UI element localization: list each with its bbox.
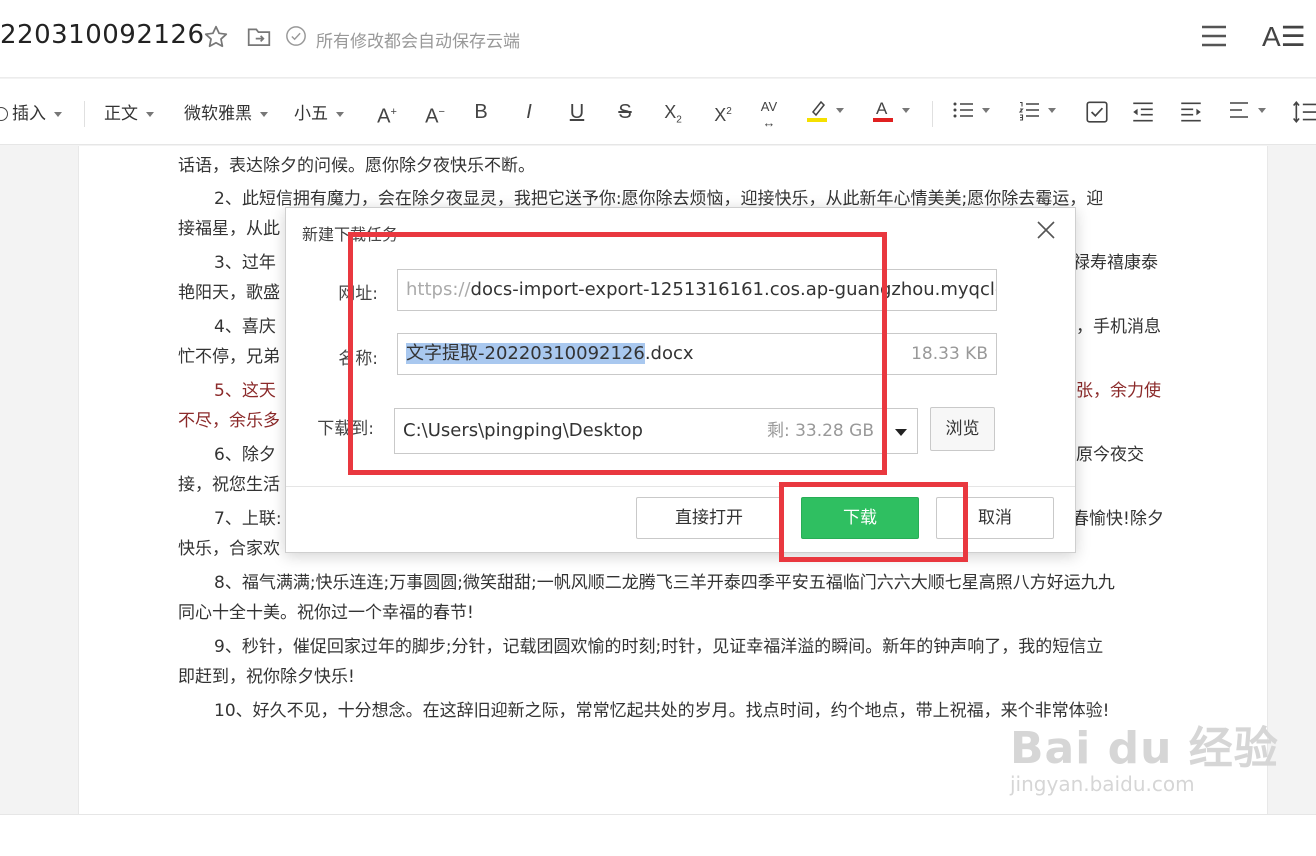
line-spacing-icon[interactable] [1292,99,1316,125]
numbered-list-button[interactable] [1018,99,1056,121]
underline-icon[interactable]: U [564,99,590,125]
chevron-down-icon [982,107,990,113]
chevron-down-icon [895,429,907,436]
move-to-folder-icon[interactable] [246,24,272,50]
paragraph-line: 4、喜庆 [214,317,276,337]
autosave-status: 所有修改都会自动保存云端 [316,32,520,52]
paragraph-line: 艳阳天，歌盛 [178,283,280,303]
paragraph-line: 9、秒针，催促回家过年的脚步;分针，记载团圆欢愉的时刻;时针，见证幸福洋溢的瞬间… [214,637,1104,657]
paragraph-line: 5、这天 [214,381,276,401]
strikethrough-icon[interactable]: S [612,99,638,125]
watermark-url: jingyan.baidu.com [1010,772,1195,796]
bullet-list-button[interactable] [952,99,990,121]
status-bar [0,814,1316,856]
insert-label: 插入 [12,104,46,124]
chevron-down-icon [1258,107,1266,113]
document-title[interactable]: 220310092126 [0,20,205,50]
chevron-down-icon [146,111,154,117]
paragraph-line: 7、上联: [214,509,282,529]
chevron-down-icon [54,111,62,117]
svg-text:A: A [876,99,888,118]
paragraph-line: 禄寿禧康泰 [1073,253,1158,273]
font-color-button[interactable]: A [872,97,910,123]
toolbar-divider [84,101,85,127]
text-format-icon[interactable]: A☰ [1262,20,1306,53]
paragraph-line: 即赶到，祝你除夕快乐! [178,667,355,687]
highlight-color-button[interactable] [806,97,844,123]
font-color-icon: A [873,99,893,122]
paragraph-line: 同心十全十美。祝你过一个幸福的春节! [178,603,474,623]
paragraph-line: 快乐，合家欢 [178,539,280,559]
annotation-box-fields [348,232,887,475]
close-icon[interactable] [1034,218,1058,242]
plus-circle-icon [0,107,8,121]
chevron-down-icon [902,107,910,113]
chevron-down-icon [260,111,268,117]
formatting-toolbar: 插入 正文 微软雅黑 小五 A+ A− B I U S X2 X2 AV ↔ A [0,79,1316,145]
align-button[interactable] [1228,99,1266,121]
paragraph-line: 话语，表达除夕的问候。愿你除夕夜快乐不断。 [178,156,535,176]
bullet-list-icon [953,102,973,118]
paragraph-line: 接福星，从此 [178,219,280,239]
menu-icon[interactable] [1200,22,1228,50]
paragraph-line: 接，祝您生活 [178,475,280,495]
font-label: 微软雅黑 [184,104,252,124]
style-label: 正文 [104,104,138,124]
paragraph-line: 6、除夕 [214,445,276,465]
subscript-icon[interactable]: X2 [660,99,686,126]
italic-icon[interactable]: I [516,99,542,125]
checklist-icon[interactable] [1084,99,1110,125]
destination-dropdown[interactable] [882,408,918,454]
paragraph-line: 8、福气满满;快乐连连;万事圆圆;微笑甜甜;一帆风顺二龙腾飞三羊开泰四季平安五福… [214,573,1115,593]
chevron-down-icon [836,107,844,113]
increase-indent-icon[interactable] [1178,99,1204,125]
paragraph-line: 春愉快!除夕 [1072,509,1164,529]
bold-icon[interactable]: B [468,99,494,125]
numbered-list-icon [1018,101,1039,121]
browse-button[interactable]: 浏览 [930,407,995,451]
watermark-logo: Bai du 经验 [1010,723,1279,774]
paragraph-line: 3、过年 [214,253,276,273]
font-size-select[interactable]: 小五 [294,99,344,124]
annotation-box-download [779,482,968,562]
paragraph-line: 忙不停，兄弟 [178,347,280,367]
file-size: 18.33 KB [911,344,988,364]
insert-menu[interactable]: 插入 [0,99,62,124]
font-family-select[interactable]: 微软雅黑 [184,99,268,124]
saved-check-icon [286,26,306,46]
title-bar: 220310092126 所有修改都会自动保存云端 A☰ [0,0,1316,78]
paragraph-line: 不尽，余乐多 [178,411,280,431]
size-label: 小五 [294,104,328,124]
paragraph-line: ，手机消息 [1076,317,1161,337]
chevron-down-icon [336,111,344,117]
letter-spacing-icon[interactable]: AV ↔ [756,99,782,130]
star-icon[interactable] [203,24,229,50]
baidu-watermark: Bai du 经验 jingyan.baidu.com [1010,712,1279,796]
decrease-font-icon[interactable]: A− [422,99,448,128]
paragraph-line: 原今夜交 [1076,445,1144,465]
paragraph-line: 张，余力使 [1076,381,1161,401]
decrease-indent-icon[interactable] [1130,99,1156,125]
align-left-icon [1230,102,1248,118]
increase-font-icon[interactable]: A+ [374,99,400,128]
toolbar-divider [932,101,933,127]
superscript-icon[interactable]: X2 [710,99,736,125]
paragraph-style-select[interactable]: 正文 [104,99,154,124]
paragraph-line: 10、好久不见，十分想念。在这辞旧迎新之际，常常忆起共处的岁月。找点时间，约个地… [214,701,1110,721]
chevron-down-icon [1048,107,1056,113]
open-directly-button[interactable]: 直接打开 [636,497,782,539]
highlighter-icon [807,100,827,122]
